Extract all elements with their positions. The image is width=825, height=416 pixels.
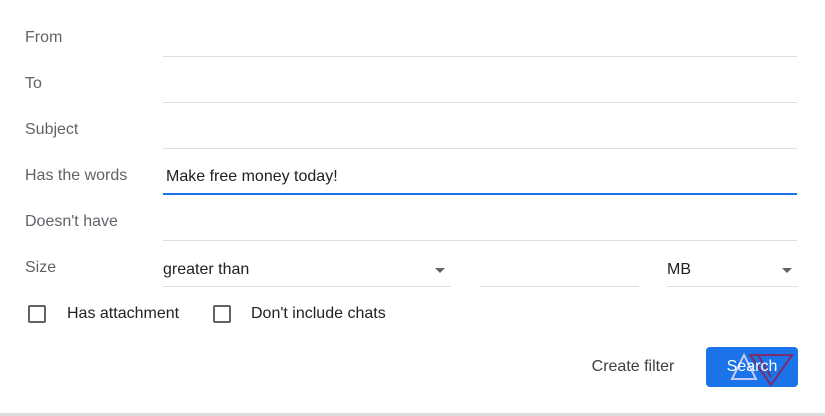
has-attachment-label[interactable]: Has attachment bbox=[67, 296, 179, 332]
to-label: To bbox=[25, 75, 42, 92]
subject-row: Subject bbox=[0, 107, 825, 153]
dont-include-chats-label[interactable]: Don't include chats bbox=[251, 296, 386, 332]
size-value-field[interactable] bbox=[480, 253, 643, 288]
doesnt-have-input[interactable] bbox=[163, 207, 797, 240]
to-field[interactable] bbox=[163, 69, 797, 103]
doesnt-have-row: Doesn't have bbox=[0, 199, 825, 245]
from-field[interactable] bbox=[163, 23, 797, 57]
size-unit-select[interactable]: MB bbox=[667, 253, 798, 287]
subject-label: Subject bbox=[25, 121, 79, 138]
chevron-down-icon bbox=[782, 268, 792, 273]
size-comparator-value: greater than bbox=[163, 261, 250, 278]
from-input[interactable] bbox=[163, 23, 797, 56]
checkbox-row: Has attachment Don't include chats bbox=[0, 296, 825, 332]
to-input[interactable] bbox=[163, 69, 797, 102]
create-filter-button[interactable]: Create filter bbox=[574, 347, 692, 387]
subject-input[interactable] bbox=[163, 115, 797, 148]
size-value-input[interactable] bbox=[480, 253, 643, 288]
doesnt-have-label: Doesn't have bbox=[25, 213, 118, 230]
chevron-down-icon bbox=[435, 268, 445, 273]
search-button-label: Search bbox=[726, 358, 778, 375]
doesnt-have-field[interactable] bbox=[163, 207, 797, 241]
has-words-input[interactable] bbox=[163, 161, 797, 193]
size-row: Size greater than MB bbox=[0, 245, 825, 291]
has-words-row: Has the words bbox=[0, 153, 825, 199]
has-attachment-checkbox[interactable] bbox=[28, 305, 46, 323]
size-comparator-select[interactable]: greater than bbox=[163, 253, 451, 287]
from-row: From bbox=[0, 15, 825, 61]
from-label: From bbox=[25, 29, 63, 46]
has-words-field[interactable] bbox=[163, 161, 797, 195]
search-button[interactable]: Search bbox=[706, 347, 798, 387]
has-words-label: Has the words bbox=[25, 167, 128, 184]
size-unit-value: MB bbox=[667, 261, 691, 278]
subject-field[interactable] bbox=[163, 115, 797, 149]
size-label: Size bbox=[25, 259, 57, 276]
to-row: To bbox=[0, 61, 825, 107]
dont-include-chats-checkbox[interactable] bbox=[213, 305, 231, 323]
